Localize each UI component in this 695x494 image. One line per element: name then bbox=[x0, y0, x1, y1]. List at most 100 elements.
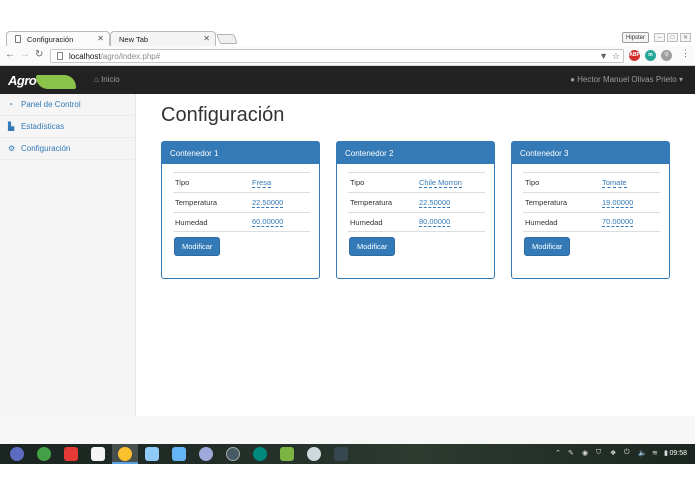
extension-icon[interactable]: m bbox=[645, 50, 656, 61]
bookmark-star-icon[interactable]: ☆ bbox=[612, 51, 620, 62]
forward-icon[interactable]: → bbox=[20, 49, 30, 60]
chrome-icon[interactable] bbox=[118, 447, 132, 461]
container-panel: Contenedor 2 Tipo Chile Morron Temperatu… bbox=[336, 141, 495, 279]
tray-chrome-icon[interactable]: ◉ bbox=[582, 449, 588, 457]
sidebar-item-estadisticas[interactable]: ▙ Estadísticas bbox=[0, 116, 135, 138]
tray-battery-icon[interactable]: ▮ bbox=[664, 449, 668, 457]
tray-power-icon[interactable]: ⏻ bbox=[624, 449, 630, 457]
main-content: Configuración Contenedor 1 Tipo Fresa Te… bbox=[136, 94, 695, 416]
row-label: Temperatura bbox=[525, 198, 568, 207]
popcorn-icon[interactable] bbox=[91, 447, 105, 461]
editable-value[interactable]: Tomate bbox=[602, 178, 627, 188]
user-name: Hector Manuel Olivas Prieto bbox=[577, 75, 677, 84]
page-icon bbox=[15, 35, 21, 43]
sidebar-item-label: Panel de Control bbox=[21, 100, 81, 109]
table-row: Tipo Chile Morron bbox=[348, 172, 485, 192]
table-row: Temperatura 19.00000 bbox=[523, 192, 660, 212]
browser-tab-strip: Configuración ✕ New Tab ✕ Hipster – □ ✕ bbox=[0, 30, 695, 46]
os-taskbar: ⌃ ✎ ◉ ⛉ ❖ ⏻ 🔈 ≋ ▮ 09:58 bbox=[0, 444, 695, 464]
new-tab-button[interactable] bbox=[216, 34, 238, 44]
sidebar-item-label: Estadísticas bbox=[21, 122, 65, 131]
browser-tab[interactable]: New Tab ✕ bbox=[110, 31, 216, 46]
editable-value[interactable]: Chile Morron bbox=[419, 178, 462, 188]
row-label: Temperatura bbox=[350, 198, 393, 207]
page-bottom-area bbox=[0, 416, 695, 444]
editable-value[interactable]: 70.00000 bbox=[602, 217, 634, 227]
taskbar-clock[interactable]: 09:58 bbox=[669, 450, 687, 457]
spotify-icon[interactable] bbox=[37, 447, 51, 461]
container-table: Tipo Chile Morron Temperatura 22.50000 H… bbox=[348, 172, 485, 232]
android-studio-icon[interactable] bbox=[280, 447, 294, 461]
table-row: Humedad 80.00000 bbox=[348, 212, 485, 232]
modify-button[interactable]: Modificar bbox=[174, 237, 221, 256]
caret-down-icon: ▾ bbox=[678, 75, 683, 84]
site-logo[interactable]: Agro bbox=[8, 73, 76, 91]
table-row: Humedad 70.00000 bbox=[523, 212, 660, 232]
menu-icon[interactable]: ⋮ bbox=[681, 48, 690, 59]
row-label: Tipo bbox=[525, 178, 540, 187]
user-menu[interactable]: ● Hector Manuel Olivas Prieto ▾ bbox=[570, 75, 683, 84]
screen-bottom bbox=[0, 464, 695, 494]
container-table: Tipo Fresa Temperatura 22.50000 Humedad … bbox=[173, 172, 310, 232]
editable-value[interactable]: 22.50000 bbox=[419, 198, 451, 208]
filter-icon[interactable]: ▼ bbox=[599, 51, 608, 61]
maximize-icon[interactable]: □ bbox=[667, 33, 678, 42]
app-icon[interactable] bbox=[199, 447, 213, 461]
browser-tab-active[interactable]: Configuración ✕ bbox=[6, 31, 110, 46]
table-row: Temperatura 22.50000 bbox=[173, 192, 310, 212]
table-row: Tipo Tomate bbox=[523, 172, 660, 192]
row-label: Tipo bbox=[350, 178, 365, 187]
nav-home-label: Inicio bbox=[101, 75, 120, 84]
minimize-icon[interactable]: – bbox=[654, 33, 665, 42]
tray-wifi-icon[interactable]: ≋ bbox=[652, 449, 658, 457]
modify-button[interactable]: Modificar bbox=[349, 237, 396, 256]
close-icon[interactable]: ✕ bbox=[203, 34, 210, 43]
arduino-icon[interactable] bbox=[253, 447, 267, 461]
app-icon[interactable] bbox=[226, 447, 240, 461]
row-label: Temperatura bbox=[175, 198, 218, 207]
window-close-icon[interactable]: ✕ bbox=[680, 33, 691, 42]
gears-icon: ⚙ bbox=[8, 144, 16, 153]
dashboard-icon: ◔ bbox=[8, 100, 13, 109]
sidebar-item-configuracion[interactable]: ⚙ Configuración bbox=[0, 138, 135, 160]
adblock-extension-icon[interactable]: ABP bbox=[629, 50, 640, 61]
page-title: Configuración bbox=[161, 104, 285, 126]
tray-volume-icon[interactable]: 🔈 bbox=[638, 449, 647, 457]
editable-value[interactable]: 60.00000 bbox=[252, 217, 284, 227]
editable-value[interactable]: 19.00000 bbox=[602, 198, 634, 208]
tray-shield-icon[interactable]: ⛉ bbox=[596, 449, 601, 457]
container-panel: Contenedor 1 Tipo Fresa Temperatura 22.5… bbox=[161, 141, 320, 279]
back-icon[interactable]: ← bbox=[5, 49, 15, 60]
modify-button[interactable]: Modificar bbox=[524, 237, 571, 256]
table-row: Temperatura 22.50000 bbox=[348, 192, 485, 212]
page-info-icon[interactable] bbox=[57, 52, 63, 60]
tab-title: Configuración bbox=[27, 34, 74, 44]
editable-value[interactable]: 80.00000 bbox=[419, 217, 451, 227]
editable-value[interactable]: 22.50000 bbox=[252, 198, 284, 208]
url-host: localhost bbox=[69, 51, 101, 61]
package-icon[interactable] bbox=[172, 447, 186, 461]
sidebar: ◔ Panel de Control ▙ Estadísticas ⚙ Conf… bbox=[0, 94, 136, 416]
home-icon: ⌂ bbox=[94, 75, 99, 84]
logo-text: Agro bbox=[8, 73, 37, 88]
sidebar-item-panel-de-control[interactable]: ◔ Panel de Control bbox=[0, 94, 135, 116]
mail-icon[interactable] bbox=[64, 447, 78, 461]
address-bar[interactable]: localhost /agro/index.php# ▼ ☆ bbox=[50, 49, 624, 63]
tray-pen-icon[interactable]: ✎ bbox=[568, 449, 574, 457]
url-path: /agro/index.php# bbox=[100, 51, 161, 61]
profile-badge[interactable]: Hipster bbox=[622, 32, 650, 43]
browser-toolbar: ← → ↻ localhost /agro/index.php# ▼ ☆ ABP… bbox=[0, 46, 695, 66]
editable-value[interactable]: Fresa bbox=[252, 178, 272, 188]
launcher-icon[interactable] bbox=[10, 447, 24, 461]
extension-icon[interactable]: ▽ bbox=[661, 50, 672, 61]
tray-up-icon[interactable]: ⌃ bbox=[555, 449, 561, 457]
nav-home-link[interactable]: ⌂ Inicio bbox=[94, 75, 120, 84]
tray-dropbox-icon[interactable]: ❖ bbox=[610, 449, 616, 457]
tab-title: New Tab bbox=[119, 34, 149, 44]
files-icon[interactable] bbox=[145, 447, 159, 461]
terminal-icon[interactable] bbox=[334, 447, 348, 461]
close-icon[interactable]: ✕ bbox=[97, 34, 104, 43]
container-table: Tipo Tomate Temperatura 19.00000 Humedad… bbox=[523, 172, 660, 232]
reload-icon[interactable]: ↻ bbox=[35, 49, 43, 60]
settings-icon[interactable] bbox=[307, 447, 321, 461]
